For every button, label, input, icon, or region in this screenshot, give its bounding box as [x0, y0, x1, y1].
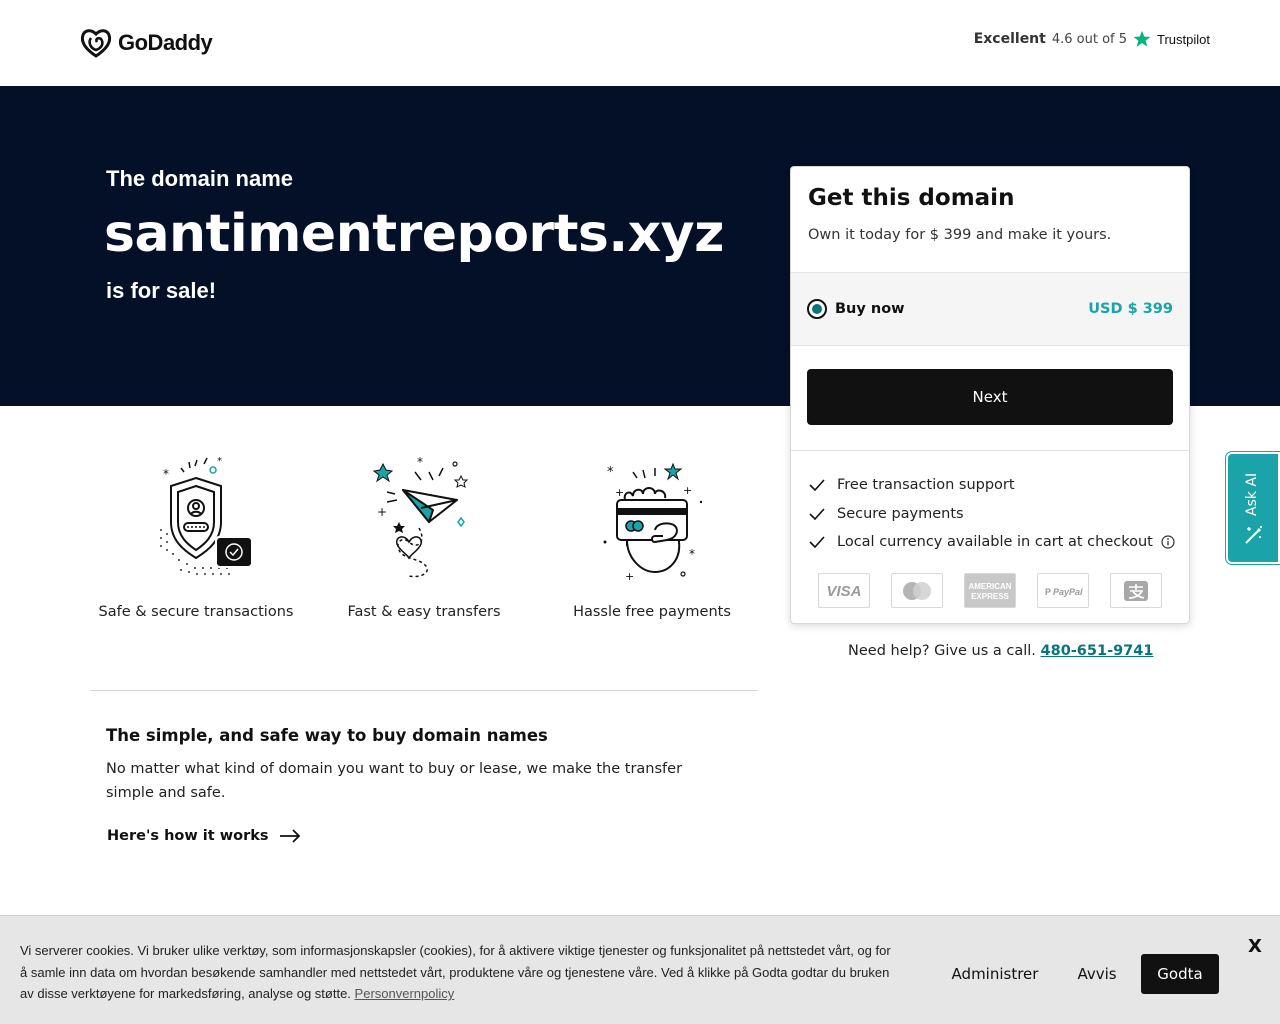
magic-wand-icon	[1245, 526, 1262, 544]
feature-label: Fast & easy transfers	[347, 604, 501, 620]
feature-secure: * * Safe & secure transactions	[86, 450, 306, 620]
visa-wordmark: VISA	[826, 583, 861, 600]
cookie-text: Vi serverer cookies. Vi bruker ulike ver…	[20, 943, 891, 1001]
section-divider	[90, 690, 758, 691]
godaddy-logo[interactable]: GoDaddy	[80, 28, 213, 58]
svg-text:+: +	[615, 486, 624, 499]
svg-text:+: +	[377, 505, 387, 519]
purchase-card: Get this domain Own it today for $ 399 a…	[790, 166, 1190, 624]
trust-score-text: 4.6 out of 5	[1051, 31, 1128, 47]
checkmark-icon	[809, 536, 825, 549]
hero-post-text: is for sale!	[106, 278, 217, 303]
cookie-banner: Vi serverer cookies. Vi bruker ulike ver…	[0, 915, 1280, 1024]
arrow-right-icon	[279, 829, 300, 843]
svg-text:EXPRESS: EXPRESS	[971, 592, 1009, 601]
info-icon[interactable]	[1161, 535, 1175, 549]
info-text: No matter what kind of domain you want t…	[106, 761, 683, 801]
how-it-works-label: Here's how it works	[107, 828, 269, 844]
trustpilot-star-icon	[1133, 30, 1151, 47]
help-line: Need help? Give us a call. 480-651-9741	[848, 643, 1153, 659]
list-item: Secure payments	[809, 500, 1175, 529]
feature-text: Free transaction support	[837, 477, 1015, 494]
checkmark-icon	[809, 508, 825, 520]
accept-cookies-button[interactable]: Godta	[1141, 954, 1219, 994]
card-title: Get this domain	[808, 185, 1015, 211]
cookie-message: Vi serverer cookies. Vi bruker ulike ver…	[20, 940, 900, 1005]
help-text: Need help? Give us a call.	[848, 643, 1036, 659]
payment-methods: VISA AMERICAN EXPRESS P PayPal	[818, 573, 1162, 608]
shield-user-icon: * *	[160, 456, 251, 575]
logo-text: GoDaddy	[118, 30, 213, 55]
card-subtitle: Own it today for $ 399 and make it yours…	[808, 227, 1112, 243]
svg-text:*: *	[417, 455, 423, 469]
card-feature-list: Free transaction support Secure payments…	[809, 471, 1175, 557]
mastercard-icon	[891, 573, 943, 608]
how-it-works-link[interactable]: Here's how it works	[107, 828, 301, 844]
svg-text:*: *	[607, 465, 614, 480]
feature-label: Safe & secure transactions	[98, 604, 294, 620]
hero-domain-name: santimentreports.xyz	[104, 204, 724, 264]
buy-now-radio[interactable]	[807, 299, 827, 319]
manage-cookies-button[interactable]: Administrer	[940, 954, 1050, 994]
visa-icon: VISA	[818, 573, 870, 608]
feature-text: Secure payments	[837, 505, 964, 522]
feature-transfers: * + Fast & easy transfers	[314, 450, 534, 620]
feature-text: Local currency available in cart at chec…	[837, 534, 1153, 551]
alipay-icon	[1110, 573, 1162, 608]
site-header: GoDaddy Excellent 4.6 out of 5 Trustpilo…	[0, 0, 1280, 86]
ask-ai-tab[interactable]: Ask AI	[1226, 452, 1280, 564]
hero-pre-text: The domain name	[106, 166, 294, 191]
next-button[interactable]: Next	[807, 369, 1173, 425]
privacy-policy-link[interactable]: Personvernpolicy	[355, 986, 455, 1001]
svg-text:+: +	[625, 570, 634, 580]
svg-text:PayPal: PayPal	[1053, 587, 1083, 597]
ask-ai-label: Ask AI	[1244, 472, 1260, 516]
feature-label: Hassle free payments	[573, 604, 731, 620]
feature-payments: * + + * + Hassle free payments	[542, 450, 762, 620]
reject-cookies-button[interactable]: Avvis	[1064, 954, 1130, 994]
trust-rating-text: Excellent	[973, 31, 1046, 47]
godaddy-heart-icon	[80, 29, 112, 58]
svg-text:*: *	[217, 456, 222, 467]
svg-text:AMERICAN: AMERICAN	[968, 582, 1011, 591]
svg-text:*: *	[163, 467, 169, 481]
checkmark-icon	[809, 479, 825, 492]
hand-card-icon: * + + * +	[603, 462, 703, 580]
list-item: Free transaction support	[809, 471, 1175, 500]
paypal-icon: P PayPal	[1037, 573, 1089, 608]
trustpilot-rating[interactable]: Excellent 4.6 out of 5 Trustpilot	[974, 30, 1210, 48]
amex-icon: AMERICAN EXPRESS	[964, 573, 1016, 608]
buy-now-label: Buy now	[835, 301, 905, 317]
svg-text:P: P	[1045, 587, 1051, 597]
svg-text:*: *	[689, 547, 695, 561]
trustpilot-brand: Trustpilot	[1157, 31, 1210, 47]
card-separator	[791, 450, 1189, 451]
help-phone-link[interactable]: 480-651-9741	[1041, 643, 1154, 659]
buy-now-option[interactable]: Buy now USD $ 399	[791, 272, 1189, 346]
svg-text:+: +	[683, 484, 692, 497]
list-item: Local currency available in cart at chec…	[809, 528, 1175, 557]
buy-now-price: USD $ 399	[1088, 301, 1173, 317]
info-title: The simple, and safe way to buy domain n…	[106, 726, 548, 745]
close-icon[interactable]: X	[1248, 936, 1262, 957]
paper-plane-icon: * +	[372, 455, 469, 578]
